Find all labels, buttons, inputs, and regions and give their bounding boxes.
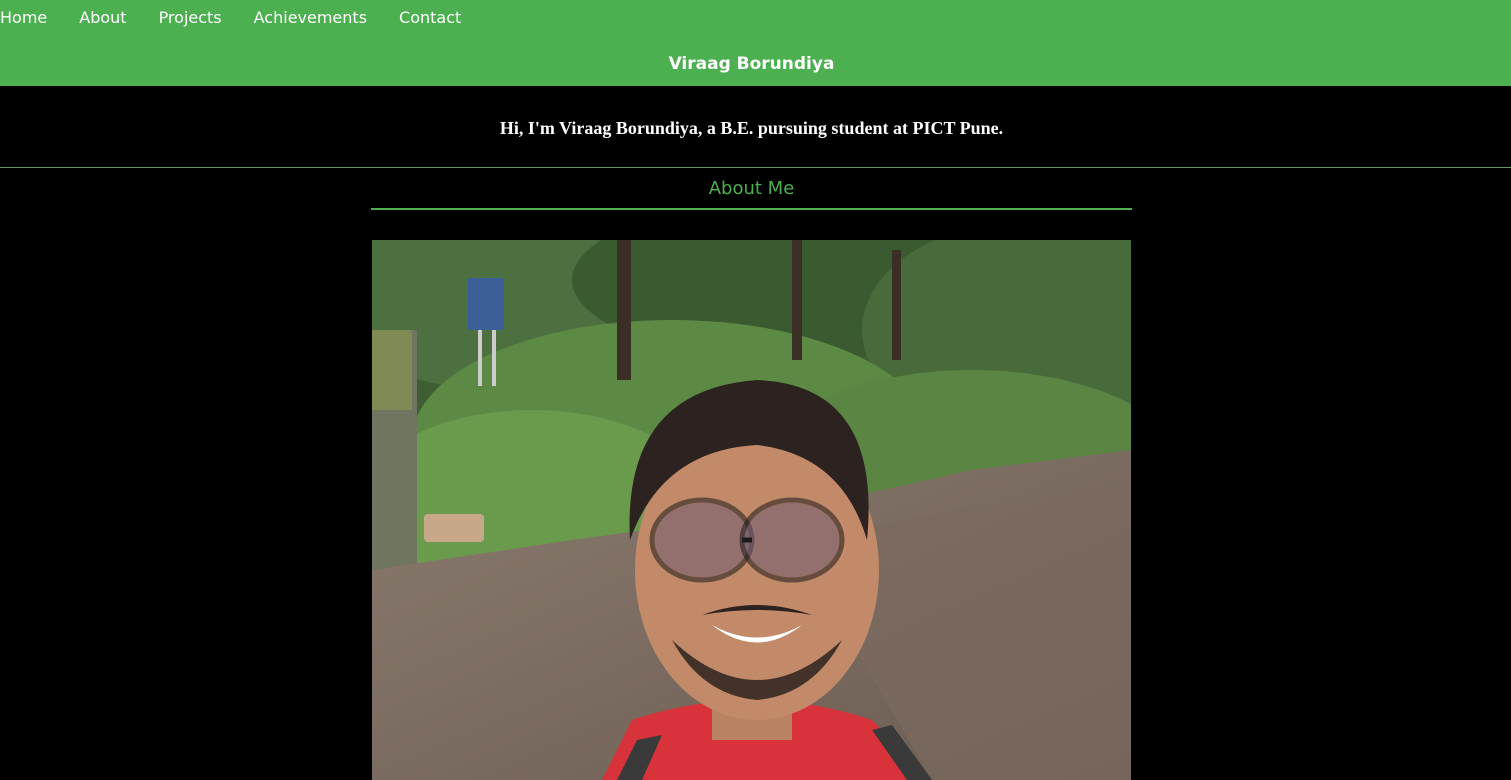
nav-link-contact[interactable]: Contact [399,8,461,27]
nav-link-about[interactable]: About [79,8,126,27]
site-title: Viraag Borundiya [668,54,835,74]
section-divider [0,167,1511,168]
nav-link-achievements[interactable]: Achievements [254,8,367,27]
profile-photo [372,240,1131,780]
nav-link-projects[interactable]: Projects [159,8,222,27]
about-heading: About Me [708,178,795,199]
intro-text: Hi, I'm Viraag Borundiya, a B.E. pursuin… [499,118,1004,138]
main-nav: Home About Projects Achievements Contact [0,5,493,29]
nav-link-home[interactable]: Home [0,8,47,27]
top-navbar: Home About Projects Achievements Contact… [0,0,1511,86]
about-heading-underline [371,208,1132,210]
